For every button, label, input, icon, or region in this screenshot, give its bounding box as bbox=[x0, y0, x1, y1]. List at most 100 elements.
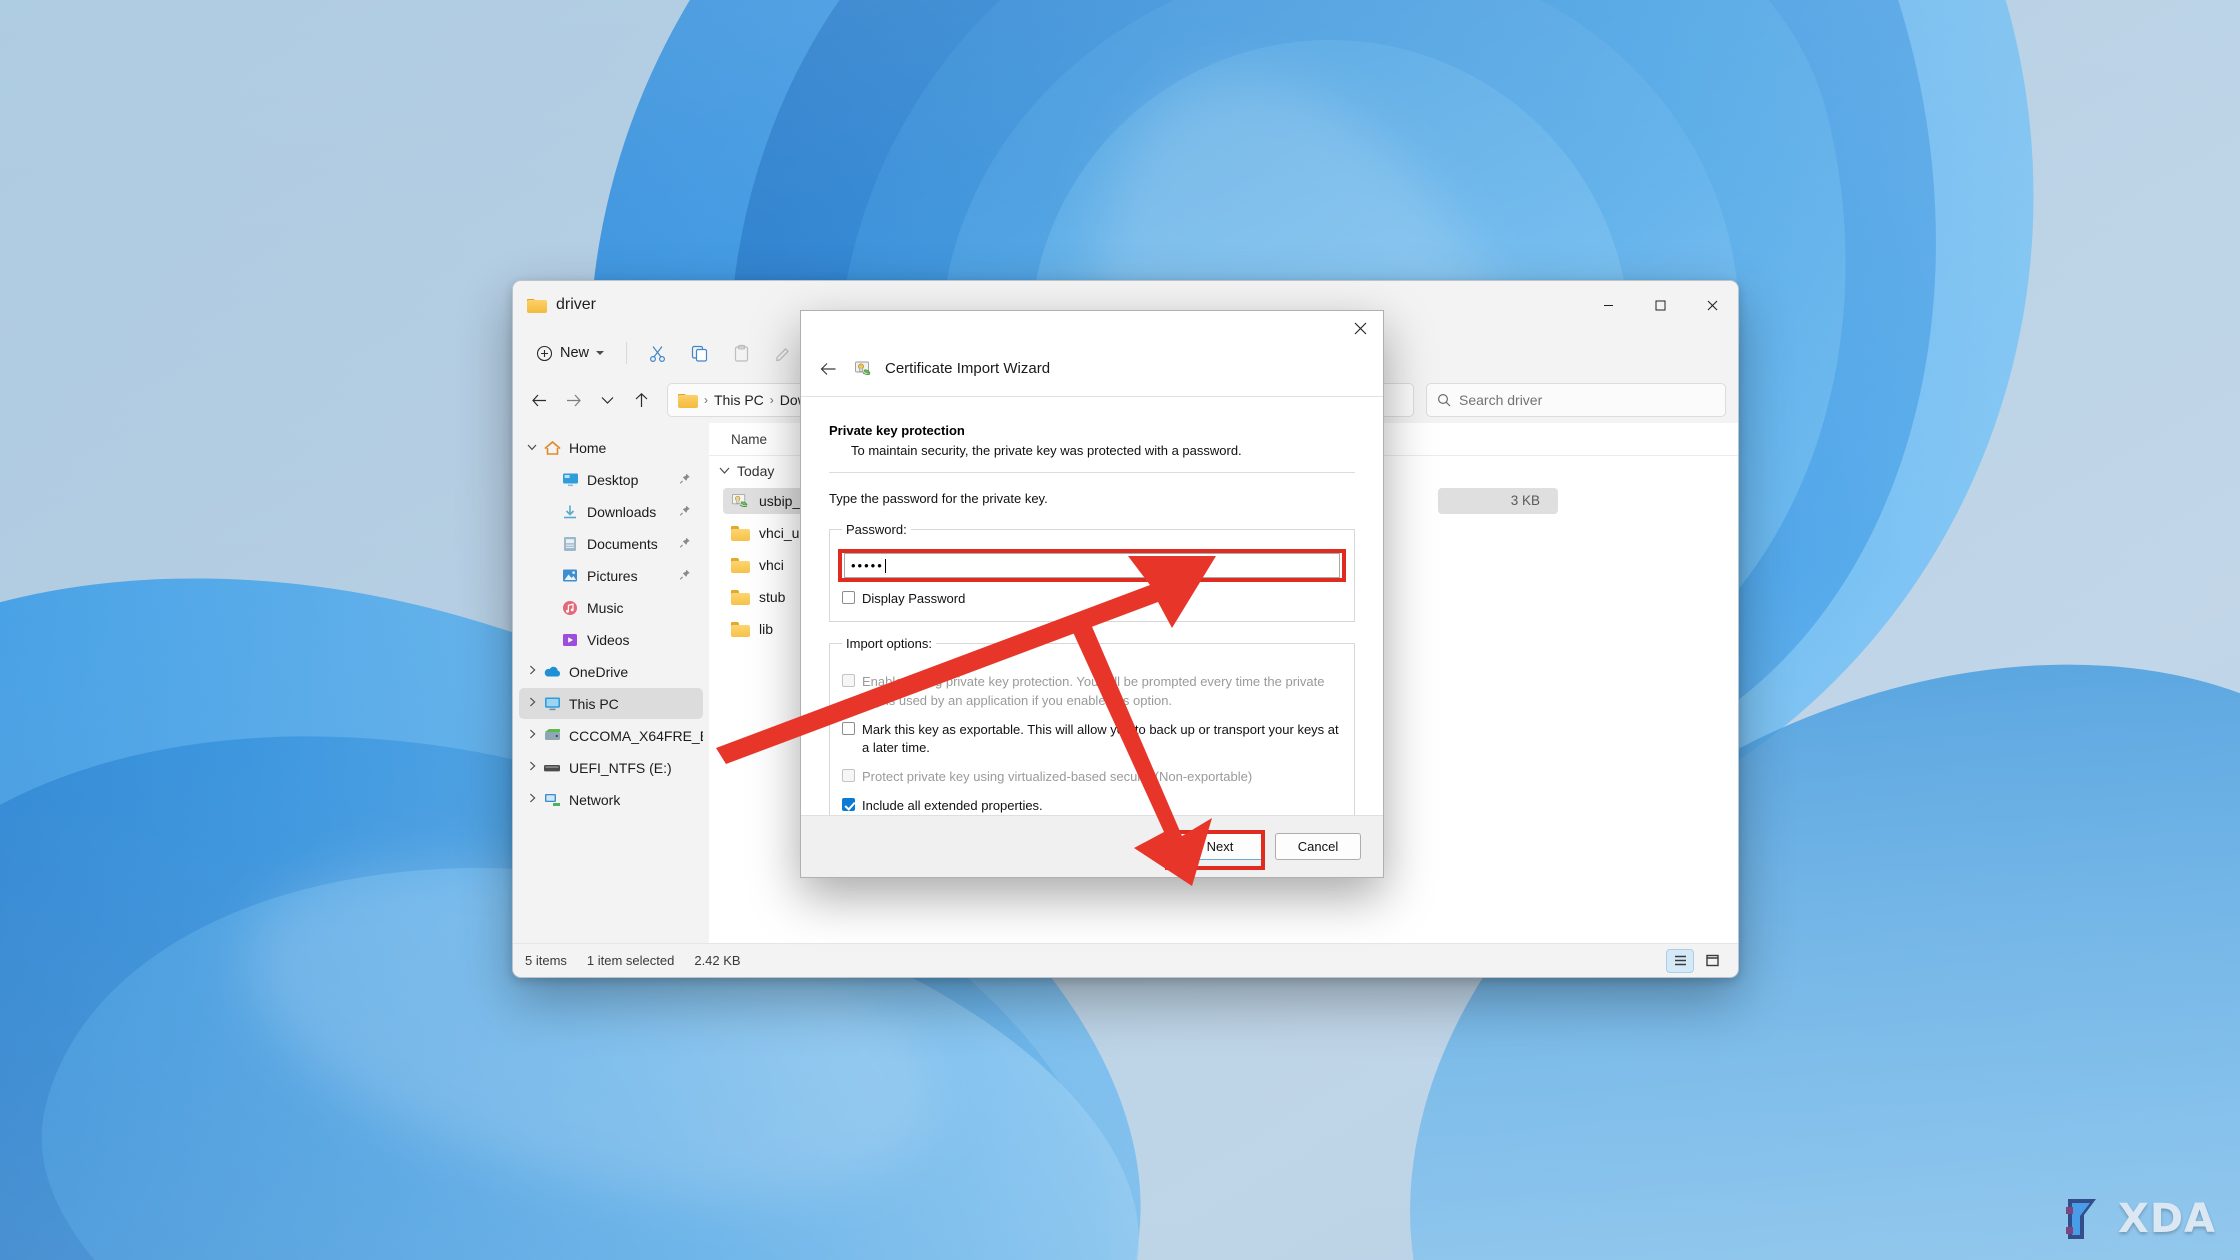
sidebar-item-videos[interactable]: Videos bbox=[519, 624, 703, 655]
sidebar-item-label: Videos bbox=[587, 632, 630, 648]
sidebar-item-uefi-ntfs-e[interactable]: UEFI_NTFS (E:) bbox=[519, 752, 703, 783]
folder-icon bbox=[527, 297, 547, 313]
close-button[interactable] bbox=[1686, 281, 1738, 329]
this-pc-icon bbox=[541, 696, 563, 711]
file-name-label: stub bbox=[759, 589, 785, 605]
recent-locations-chevron-down-icon[interactable] bbox=[591, 384, 623, 416]
next-button[interactable]: Next bbox=[1177, 833, 1263, 860]
maximize-button[interactable] bbox=[1634, 281, 1686, 329]
details-view-icon[interactable] bbox=[1666, 949, 1694, 973]
password-input[interactable]: ••••• bbox=[844, 553, 1340, 578]
display-password-label: Display Password bbox=[862, 590, 965, 609]
password-group: Password: ••••• Display Password bbox=[829, 522, 1355, 622]
new-button[interactable]: New bbox=[525, 336, 615, 370]
import-option-label: Include all extended properties. bbox=[862, 797, 1043, 816]
file-name-label: lib bbox=[759, 621, 773, 637]
chevron-right-icon[interactable] bbox=[523, 793, 541, 806]
rename-icon[interactable] bbox=[764, 336, 802, 370]
sidebar-item-label: OneDrive bbox=[569, 664, 628, 680]
xda-logo-icon bbox=[2066, 1197, 2110, 1241]
desktop-icon bbox=[559, 472, 581, 487]
wizard-content: Private key protection To maintain secur… bbox=[801, 397, 1383, 831]
explorer-status-bar: 5 items 1 item selected 2.42 KB bbox=[513, 943, 1738, 977]
sidebar-item-desktop[interactable]: Desktop bbox=[519, 464, 703, 495]
status-selection: 1 item selected bbox=[587, 953, 674, 968]
sidebar-item-this-pc[interactable]: This PC bbox=[519, 688, 703, 719]
large-icons-view-icon[interactable] bbox=[1698, 949, 1726, 973]
file-size-cell: 3 KB bbox=[1438, 488, 1558, 514]
up-arrow-icon[interactable] bbox=[625, 384, 657, 416]
forward-arrow-icon[interactable] bbox=[557, 384, 589, 416]
sidebar-item-documents[interactable]: Documents bbox=[519, 528, 703, 559]
pictures-icon bbox=[559, 568, 581, 583]
wizard-back-button[interactable] bbox=[815, 356, 841, 382]
file-size-cell bbox=[1438, 520, 1558, 546]
sidebar-item-label: Documents bbox=[587, 536, 658, 552]
folder-icon bbox=[731, 589, 750, 605]
import-option-label: Protect private key using virtualized-ba… bbox=[862, 768, 1252, 787]
wizard-close-button[interactable] bbox=[1337, 311, 1383, 345]
sidebar-item-label: Home bbox=[569, 440, 606, 456]
toolbar-separator bbox=[626, 342, 627, 364]
group-header-label: Today bbox=[737, 463, 774, 479]
sidebar-item-label: Network bbox=[569, 792, 620, 808]
import-options-group: Import options: Enable strong private ke… bbox=[829, 636, 1355, 831]
search-box[interactable]: Search driver bbox=[1426, 383, 1726, 417]
wizard-header: Certificate Import Wizard bbox=[801, 341, 1383, 397]
chevron-right-icon[interactable] bbox=[523, 761, 541, 774]
music-icon bbox=[559, 600, 581, 616]
certificate-import-wizard-dialog[interactable]: Certificate Import Wizard Private key pr… bbox=[800, 310, 1384, 878]
downloads-icon bbox=[559, 504, 581, 520]
cancel-button[interactable]: Cancel bbox=[1275, 833, 1361, 860]
folder-icon bbox=[731, 557, 750, 573]
search-placeholder: Search driver bbox=[1459, 392, 1542, 408]
file-size-cell bbox=[1438, 552, 1558, 578]
sidebar-item-label: UEFI_NTFS (E:) bbox=[569, 760, 672, 776]
window-controls bbox=[1582, 281, 1738, 329]
folder-icon bbox=[731, 621, 750, 637]
sidebar-item-network[interactable]: Network bbox=[519, 784, 703, 815]
sidebar-item-cccoma-x64fre-e[interactable]: CCCOMA_X64FRE_E bbox=[519, 720, 703, 751]
display-password-row[interactable]: Display Password bbox=[842, 590, 1342, 609]
sidebar-item-pictures[interactable]: Pictures bbox=[519, 560, 703, 591]
paste-icon[interactable] bbox=[722, 336, 760, 370]
import-option-row[interactable]: Include all extended properties. bbox=[842, 797, 1342, 816]
import-option-row[interactable]: Mark this key as exportable. This will a… bbox=[842, 721, 1342, 759]
file-size-cell bbox=[1438, 584, 1558, 610]
wizard-divider bbox=[829, 472, 1355, 473]
back-arrow-icon[interactable] bbox=[523, 384, 555, 416]
sidebar-item-label: Pictures bbox=[587, 568, 638, 584]
xda-watermark: XDA bbox=[2066, 1196, 2216, 1242]
pin-icon[interactable] bbox=[679, 568, 691, 583]
sidebar-item-home[interactable]: Home bbox=[519, 432, 703, 463]
sidebar-item-onedrive[interactable]: OneDrive bbox=[519, 656, 703, 687]
chevron-right-icon[interactable] bbox=[523, 697, 541, 710]
chevron-right-icon[interactable] bbox=[523, 729, 541, 742]
minimize-button[interactable] bbox=[1582, 281, 1634, 329]
new-button-label: New bbox=[560, 345, 589, 361]
import-option-checkbox[interactable] bbox=[842, 722, 855, 735]
copy-icon[interactable] bbox=[680, 336, 718, 370]
explorer-tab[interactable]: driver bbox=[527, 296, 596, 314]
import-option-checkbox bbox=[842, 769, 855, 782]
sidebar-item-label: Desktop bbox=[587, 472, 638, 488]
chevron-down-icon bbox=[719, 467, 730, 475]
import-option-label: Mark this key as exportable. This will a… bbox=[862, 721, 1342, 759]
import-option-checkbox[interactable] bbox=[842, 798, 855, 811]
cut-icon[interactable] bbox=[638, 336, 676, 370]
file-size-cell bbox=[1438, 616, 1558, 642]
pin-icon[interactable] bbox=[679, 504, 691, 519]
breadcrumb-separator: › bbox=[769, 393, 775, 407]
pin-icon[interactable] bbox=[679, 536, 691, 551]
wizard-footer: Next Cancel bbox=[801, 815, 1383, 877]
pin-icon[interactable] bbox=[679, 472, 691, 487]
breadcrumb-item-this-pc[interactable]: This PC bbox=[714, 392, 764, 408]
sidebar-item-music[interactable]: Music bbox=[519, 592, 703, 623]
sidebar-item-downloads[interactable]: Downloads bbox=[519, 496, 703, 527]
sidebar-item-label: This PC bbox=[569, 696, 619, 712]
onedrive-icon bbox=[541, 665, 563, 678]
import-option-checkbox bbox=[842, 674, 855, 687]
display-password-checkbox[interactable] bbox=[842, 591, 855, 604]
chevron-right-icon[interactable] bbox=[523, 665, 541, 678]
chevron-down-icon[interactable] bbox=[523, 442, 541, 454]
